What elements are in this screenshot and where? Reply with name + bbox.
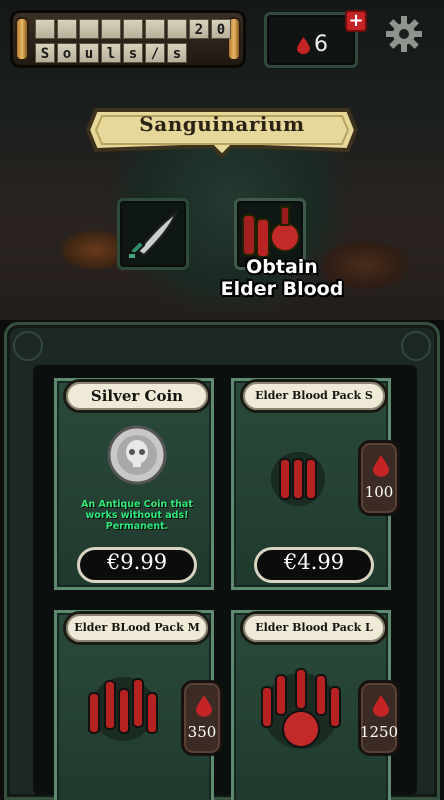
pack-m-blood-amount: 350 <box>187 723 217 741</box>
card-title: Elder Blood Pack S <box>240 379 388 413</box>
obtain-label-line2: Elder Blood <box>220 278 344 300</box>
obtain-label-line1: Obtain <box>246 256 318 278</box>
counter-digit <box>145 19 165 39</box>
blood-drop-icon <box>196 695 212 717</box>
counter-digit <box>123 19 143 39</box>
coin-price-button[interactable]: €9.99 <box>77 547 197 583</box>
counter-digit <box>35 19 55 39</box>
counter-left-cap <box>15 17 29 61</box>
large-blood-vials-icon <box>261 668 341 749</box>
blood-drop-icon <box>373 695 389 717</box>
blood-drop-icon <box>373 455 389 477</box>
pack-l-blood-amount: 1250 <box>359 723 399 741</box>
counter-digit: 0 <box>211 19 231 39</box>
counter-unit-char: o <box>57 43 77 63</box>
counter-unit-row: S o u l s / s <box>35 43 187 63</box>
counter-unit-char: s <box>123 43 143 63</box>
add-blood-button[interactable]: + <box>345 10 367 32</box>
counter-unit-char: s <box>167 43 187 63</box>
obtain-elder-blood-label: Obtain Elder Blood <box>212 256 352 300</box>
pack-s-blood-amount: 100 <box>364 483 394 501</box>
card-title: Elder BLood Pack M <box>63 611 211 645</box>
counter-digit <box>57 19 77 39</box>
ornament-corner <box>401 331 431 361</box>
souls-counter: 2 0 S o u l s / s <box>10 10 246 68</box>
counter-unit-char: S <box>35 43 55 63</box>
small-blood-vials-icon <box>271 452 325 506</box>
counter-digit <box>79 19 99 39</box>
pack-s-price-button[interactable]: €4.99 <box>254 547 374 583</box>
blood-count: 6 <box>314 32 328 57</box>
blood-drop-icon <box>297 37 310 54</box>
shop-title: Sanguinarium <box>139 112 305 136</box>
gear-icon[interactable] <box>384 14 424 54</box>
card-title: Elder Blood Pack L <box>240 611 388 645</box>
silver-coin-card[interactable]: Silver Coin An Antique Coin that works w… <box>54 378 214 590</box>
counter-unit-char: u <box>79 43 99 63</box>
counter-unit-char: / <box>145 43 165 63</box>
blood-currency-display: 6 <box>264 12 358 68</box>
card-title: Silver Coin <box>63 379 211 413</box>
weapon-slot[interactable] <box>117 198 189 270</box>
coin-description: An Antique Coin that works without ads! … <box>81 499 193 532</box>
curved-dagger-icon <box>127 209 179 260</box>
silver-coin-icon <box>107 425 167 485</box>
counter-digit <box>101 19 121 39</box>
counter-digits-row: 2 0 <box>35 19 231 39</box>
counter-unit-char: l <box>101 43 121 63</box>
pack-l-blood-badge: 1250 <box>358 680 400 756</box>
ornament-corner <box>13 331 43 361</box>
pack-s-blood-badge: 100 <box>358 440 400 516</box>
counter-digit <box>167 19 187 39</box>
counter-digit: 2 <box>189 19 209 39</box>
medium-blood-vials-icon <box>88 677 158 741</box>
pack-m-blood-badge: 350 <box>181 680 223 756</box>
